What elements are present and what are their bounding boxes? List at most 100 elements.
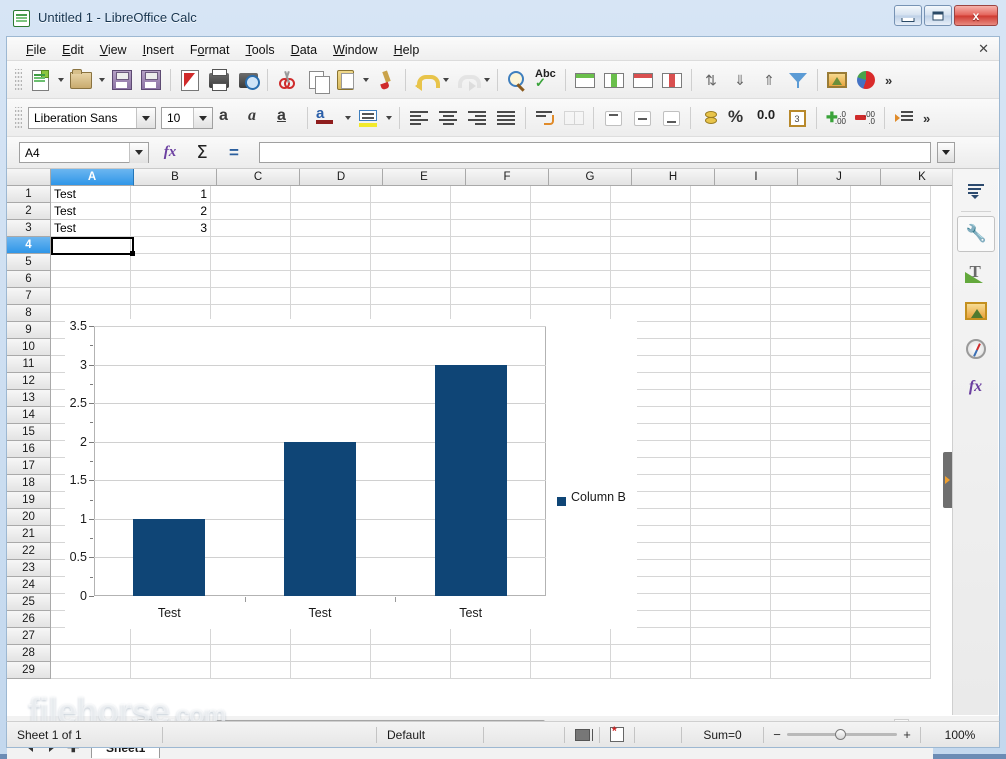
cell-I14[interactable] [691,407,771,424]
align-middle-button[interactable] [628,104,656,132]
cell-B7[interactable] [131,288,211,305]
cell-K11[interactable] [851,356,931,373]
insert-image-button[interactable] [823,66,851,94]
menu-view[interactable]: View [93,41,134,59]
delete-decimal-button[interactable]: .00.0 [851,104,879,132]
cell-K29[interactable] [851,662,931,679]
cell-J17[interactable] [771,458,851,475]
zoom-in-button[interactable]: + [902,727,912,742]
undo-dropdown[interactable] [440,66,451,94]
cell-I2[interactable] [691,203,771,220]
cell-A2[interactable]: Test [51,203,131,220]
cell-E7[interactable] [371,288,451,305]
cell-H28[interactable] [611,645,691,662]
cell-I10[interactable] [691,339,771,356]
cell-I9[interactable] [691,322,771,339]
cell-F6[interactable] [451,271,531,288]
document-modified-indicator[interactable] [600,724,634,742]
formula-expand-button[interactable] [937,142,955,163]
sum-button[interactable]: Σ [189,141,215,164]
cell-I8[interactable] [691,305,771,322]
format-date-button[interactable]: 3 [783,104,811,132]
column-header-C[interactable]: C [217,169,300,186]
wrap-text-button[interactable] [531,104,559,132]
cell-G29[interactable] [531,662,611,679]
cell-K3[interactable] [851,220,931,237]
cell-C4[interactable] [211,237,291,254]
column-header-A[interactable]: A [51,169,134,186]
cell-K1[interactable] [851,186,931,203]
cell-D5[interactable] [291,254,371,271]
cell-B6[interactable] [131,271,211,288]
cell-K9[interactable] [851,322,931,339]
cell-J5[interactable] [771,254,851,271]
cell-D6[interactable] [291,271,371,288]
menu-help[interactable]: Help [387,41,427,59]
cell-I27[interactable] [691,628,771,645]
cell-F2[interactable] [451,203,531,220]
cell-B27[interactable] [131,628,211,645]
cell-K6[interactable] [851,271,931,288]
row-header-12[interactable]: 12 [7,373,51,390]
cell-C7[interactable] [211,288,291,305]
cell-F28[interactable] [451,645,531,662]
row-header-17[interactable]: 17 [7,458,51,475]
row-header-7[interactable]: 7 [7,288,51,305]
row-header-15[interactable]: 15 [7,424,51,441]
cell-J27[interactable] [771,628,851,645]
row-header-18[interactable]: 18 [7,475,51,492]
cell-G6[interactable] [531,271,611,288]
add-decimal-button[interactable]: ✚ .0.00 [822,104,850,132]
zoom-knob[interactable] [835,729,846,740]
cell-J3[interactable] [771,220,851,237]
cell-B3[interactable]: 3 [131,220,211,237]
cell-K17[interactable] [851,458,931,475]
cell-A4[interactable] [51,237,131,254]
row-header-4[interactable]: 4 [7,237,51,254]
cell-H2[interactable] [611,203,691,220]
menu-file[interactable]: File [19,41,53,59]
cell-J13[interactable] [771,390,851,407]
selection-mode-button[interactable] [565,728,599,741]
minimize-button[interactable] [894,5,922,26]
row-header-24[interactable]: 24 [7,577,51,594]
new-document-button[interactable] [26,66,54,94]
cell-D27[interactable] [291,628,371,645]
cell-J23[interactable] [771,560,851,577]
cell-J25[interactable] [771,594,851,611]
row-header-26[interactable]: 26 [7,611,51,628]
column-header-J[interactable]: J [798,169,881,186]
align-left-button[interactable] [405,104,433,132]
insert-column-button[interactable] [600,66,628,94]
menu-insert[interactable]: Insert [136,41,181,59]
copy-button[interactable] [302,66,330,94]
cell-I13[interactable] [691,390,771,407]
cell-I6[interactable] [691,271,771,288]
standard-toolbar-overflow[interactable]: » [881,73,896,88]
cell-F1[interactable] [451,186,531,203]
cell-C27[interactable] [211,628,291,645]
row-header-23[interactable]: 23 [7,560,51,577]
cell-I25[interactable] [691,594,771,611]
row-header-20[interactable]: 20 [7,509,51,526]
cell-K22[interactable] [851,543,931,560]
font-color-dropdown[interactable] [342,104,353,132]
chevron-down-icon[interactable] [136,108,155,128]
cell-H5[interactable] [611,254,691,271]
underline-button[interactable]: a [274,104,302,132]
cell-J6[interactable] [771,271,851,288]
cell-A7[interactable] [51,288,131,305]
toolbar-grip[interactable] [15,107,22,129]
cell-I5[interactable] [691,254,771,271]
font-color-button[interactable]: a [313,104,341,132]
cell-A29[interactable] [51,662,131,679]
cell-F4[interactable] [451,237,531,254]
format-number-button[interactable]: 0.0 [754,104,782,132]
print-preview-button[interactable] [234,66,262,94]
cell-J21[interactable] [771,526,851,543]
cell-E3[interactable] [371,220,451,237]
cell-K28[interactable] [851,645,931,662]
cell-I23[interactable] [691,560,771,577]
cell-I19[interactable] [691,492,771,509]
cell-I3[interactable] [691,220,771,237]
